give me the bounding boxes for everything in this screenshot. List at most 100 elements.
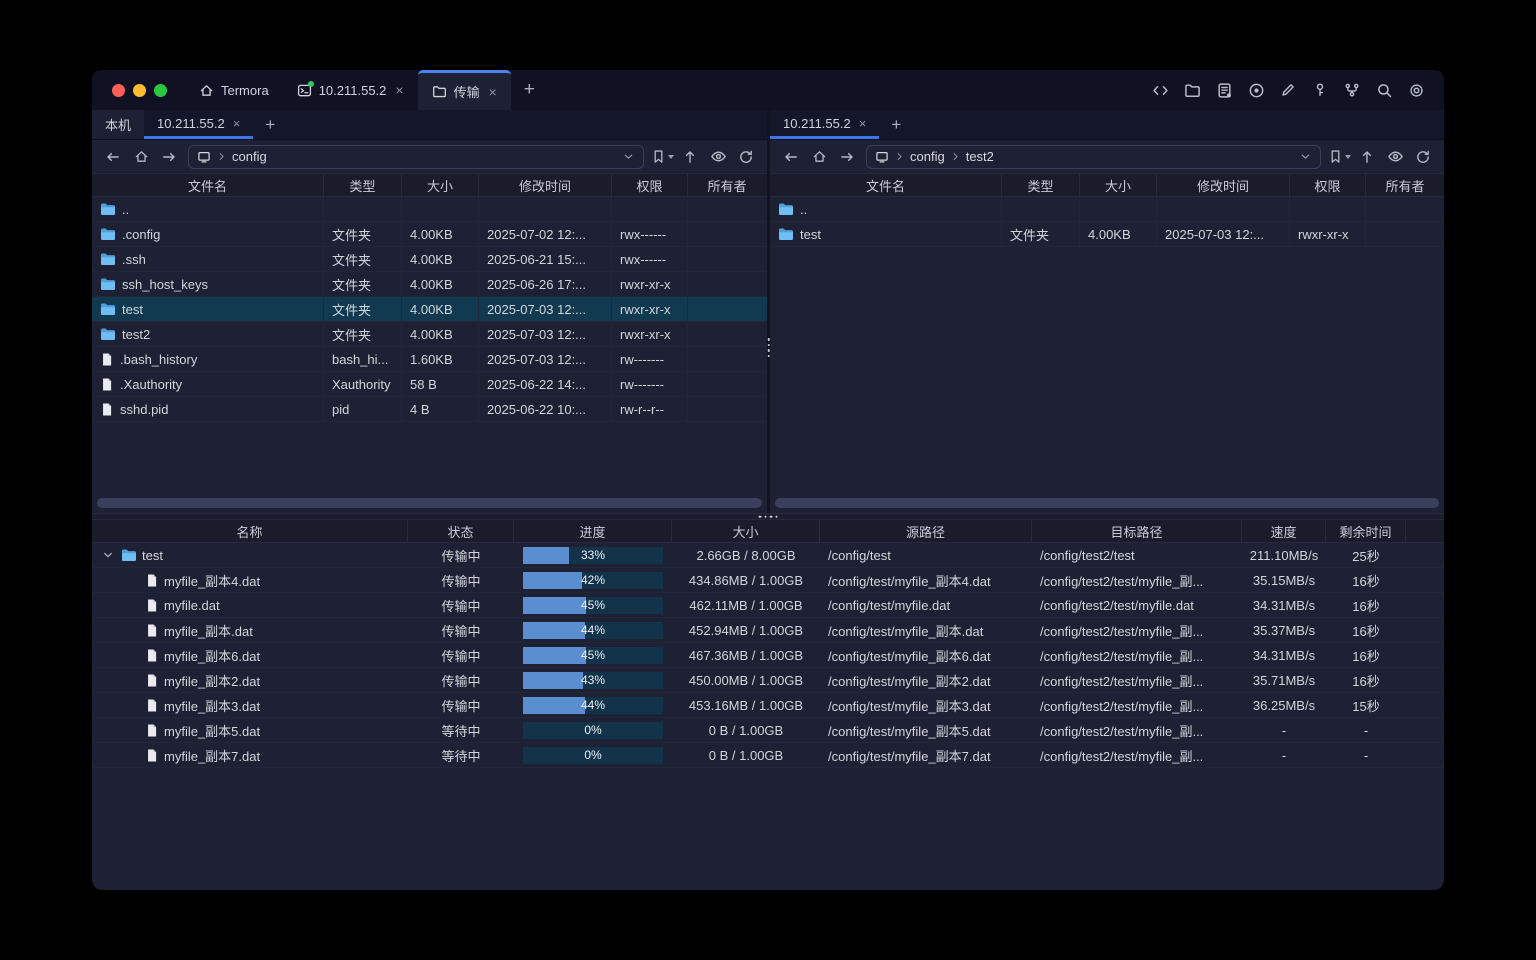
transfer-row[interactable]: myfile_副本.dat传输中44%452.94MB / 1.00GB/con… [92,618,1444,643]
breadcrumb-segment[interactable]: config [910,149,945,164]
cell-status: 等待中 [408,718,514,742]
app-tab-Termora[interactable]: Termora [185,70,283,110]
panel-tab-10.211.55.2[interactable]: 10.211.55.2× [770,110,879,139]
transfer-row[interactable]: myfile_副本3.dat传输中44%453.16MB / 1.00GB/co… [92,693,1444,718]
path-bar[interactable]: config [188,145,644,169]
transfer-row[interactable]: myfile_副本4.dat传输中42%434.86MB / 1.00GB/co… [92,568,1444,593]
forward-button[interactable] [835,145,859,169]
new-tab-button[interactable]: + [511,70,548,110]
transfer-row[interactable]: test传输中33%2.66GB / 8.00GB/config/test/co… [92,543,1444,568]
cell-text: 2025-07-03 12:... [1165,227,1264,242]
close-icon[interactable]: × [395,83,403,97]
column-header-所有者[interactable]: 所有者 [1366,174,1444,196]
table-row[interactable]: .config文件夹4.00KB2025-07-02 12:...rwx----… [92,222,767,247]
show-hidden-toggle[interactable] [1383,145,1407,169]
search-icon[interactable] [1372,78,1396,102]
column-header-大小[interactable]: 大小 [1080,174,1157,196]
column-header-名称[interactable]: 名称 [92,520,408,542]
new-panel-tab-button[interactable]: + [879,110,913,139]
code-icon[interactable] [1148,78,1172,102]
caret-down-icon[interactable] [1345,155,1351,159]
record-icon[interactable] [1244,78,1268,102]
table-row[interactable]: ssh_host_keys文件夹4.00KB2025-06-26 17:...r… [92,272,767,297]
show-hidden-toggle[interactable] [706,145,730,169]
column-header-文件名[interactable]: 文件名 [92,174,324,196]
column-header-大小[interactable]: 大小 [672,520,820,542]
edit-icon[interactable] [1276,78,1300,102]
column-header-剩余时间[interactable]: 剩余时间 [1326,520,1406,542]
panel-tab-本机[interactable]: 本机 [92,110,144,139]
cell-status: 等待中 [408,743,514,767]
horizontal-scrollbar[interactable] [775,498,1439,508]
horizontal-splitter[interactable] [92,513,1444,519]
app-tab-10.211.55.2[interactable]: 10.211.55.2× [283,70,418,110]
app-tab-传输[interactable]: 传输× [418,70,511,110]
back-button[interactable] [779,145,803,169]
transfer-row[interactable]: myfile_副本6.dat传输中45%467.36MB / 1.00GB/co… [92,643,1444,668]
column-header-速度[interactable]: 速度 [1242,520,1326,542]
transfer-row[interactable]: myfile_副本5.dat等待中0%0 B / 1.00GB/config/t… [92,718,1444,743]
column-header-修改时间[interactable]: 修改时间 [479,174,612,196]
table-row[interactable]: .bash_historybash_hi...1.60KB2025-07-03 … [92,347,767,372]
home-button[interactable] [129,145,153,169]
column-header-文件名[interactable]: 文件名 [770,174,1002,196]
zoom-window-button[interactable] [154,84,167,97]
table-row[interactable]: sshd.pidpid4 B2025-06-22 10:...rw-r--r-- [92,397,767,422]
breadcrumb-segment[interactable]: config [232,149,267,164]
column-header-目标路径[interactable]: 目标路径 [1032,520,1242,542]
parent-directory-button[interactable] [1355,145,1379,169]
log-icon[interactable] [1212,78,1236,102]
refresh-button[interactable] [1411,145,1435,169]
close-icon[interactable]: × [859,116,867,131]
bookmark-button[interactable] [1328,149,1351,164]
column-header-类型[interactable]: 类型 [324,174,402,196]
forward-button[interactable] [157,145,181,169]
path-dropdown-icon[interactable] [1299,150,1312,163]
bookmark-button[interactable] [651,149,674,164]
table-row[interactable]: test文件夹4.00KB2025-07-03 12:...rwxr-xr-x [770,222,1444,247]
home-button[interactable] [807,145,831,169]
panel-tab-10.211.55.2[interactable]: 10.211.55.2× [144,110,253,139]
close-icon[interactable]: × [489,85,497,99]
settings-icon[interactable] [1404,78,1428,102]
back-button[interactable] [101,145,125,169]
table-row[interactable]: .XauthorityXauthority58 B2025-06-22 14:.… [92,372,767,397]
close-icon[interactable]: × [233,116,241,131]
expand-chevron-icon[interactable] [100,549,116,561]
transfer-row[interactable]: myfile.dat传输中45%462.11MB / 1.00GB/config… [92,593,1444,618]
key-icon[interactable] [1308,78,1332,102]
caret-down-icon[interactable] [668,155,674,159]
table-row[interactable]: .. [770,197,1444,222]
column-header-权限[interactable]: 权限 [612,174,688,196]
horizontal-scrollbar[interactable] [97,498,762,508]
column-header-修改时间[interactable]: 修改时间 [1157,174,1290,196]
progress-bar: 45% [523,647,663,664]
fork-icon[interactable] [1340,78,1364,102]
table-row[interactable]: test2文件夹4.00KB2025-07-03 12:...rwxr-xr-x [92,322,767,347]
cell-text: 16秒 [1352,646,1379,665]
status-text: 传输中 [441,546,480,565]
transfer-name: myfile_副本3.dat [164,696,260,715]
path-dropdown-icon[interactable] [622,150,635,163]
path-bar[interactable]: config test2 [866,145,1321,169]
column-header-大小[interactable]: 大小 [402,174,479,196]
table-row[interactable]: .. [92,197,767,222]
table-row[interactable]: test文件夹4.00KB2025-07-03 12:...rwxr-xr-x [92,297,767,322]
column-header-类型[interactable]: 类型 [1002,174,1080,196]
close-window-button[interactable] [112,84,125,97]
breadcrumb-segment[interactable]: test2 [966,149,994,164]
transfer-row[interactable]: myfile_副本7.dat等待中0%0 B / 1.00GB/config/t… [92,743,1444,768]
table-row[interactable]: .ssh文件夹4.00KB2025-06-21 15:...rwx------ [92,247,767,272]
column-header-权限[interactable]: 权限 [1290,174,1366,196]
folder-icon[interactable] [1180,78,1204,102]
column-header-状态[interactable]: 状态 [408,520,514,542]
refresh-button[interactable] [734,145,758,169]
cell-text: 4.00KB [410,277,453,292]
column-header-进度[interactable]: 进度 [514,520,672,542]
new-panel-tab-button[interactable]: + [253,110,287,139]
parent-directory-button[interactable] [678,145,702,169]
transfer-row[interactable]: myfile_副本2.dat传输中43%450.00MB / 1.00GB/co… [92,668,1444,693]
column-header-源路径[interactable]: 源路径 [820,520,1032,542]
minimize-window-button[interactable] [133,84,146,97]
column-header-所有者[interactable]: 所有者 [688,174,766,196]
